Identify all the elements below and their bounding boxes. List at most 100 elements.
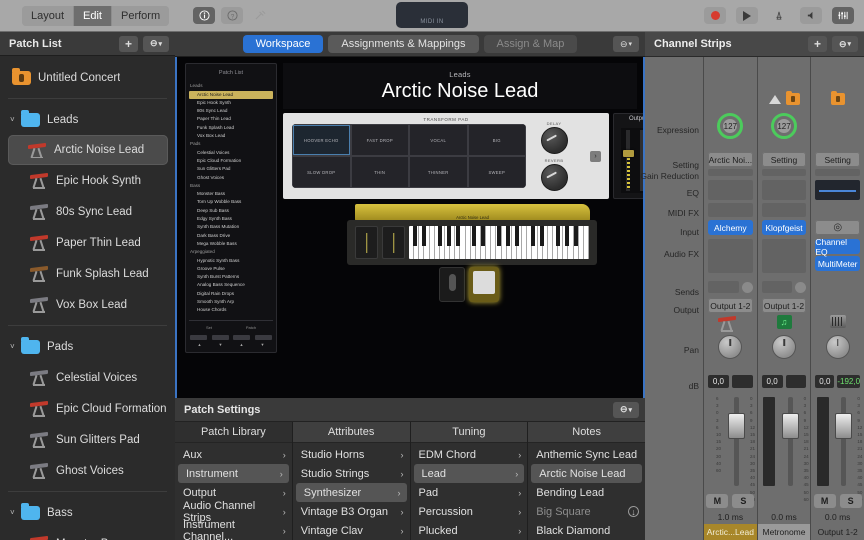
mod-wheel[interactable] [382,226,405,259]
output-slot[interactable]: Output 1-2 [762,298,807,313]
list-item[interactable]: Aux› [175,445,292,464]
audio-fx-slot[interactable] [708,239,753,273]
mini-patch-next-button[interactable] [255,335,272,340]
solo-button[interactable]: S [732,494,754,508]
pad-button[interactable]: THIN [351,156,410,188]
expression-knob[interactable]: 127 [717,113,743,139]
send-knob[interactable] [795,282,806,293]
midi-fx-slot[interactable] [762,203,807,217]
midi-fx-slot[interactable] [708,203,753,217]
mini-item[interactable]: Celestial Voices [189,149,273,157]
mini-item[interactable]: Groove Pulse [189,265,273,273]
channel-strip-name[interactable]: Output 1-2 [811,524,864,540]
patch-row-paper-thin-lead[interactable]: Paper Thin Lead [0,227,175,258]
patch-settings-menu-button[interactable]: ⊖▾ [613,402,639,418]
speaker-icon[interactable] [800,7,822,24]
folder-orange-icon[interactable] [831,93,845,105]
group-row-leads[interactable]: ˅ Leads [0,104,175,135]
delay-knob[interactable] [541,127,568,154]
list-item[interactable]: Pad› [411,483,528,502]
record-icon[interactable] [704,7,726,24]
add-patch-button[interactable]: + [119,36,138,52]
pad-button[interactable]: SWEEP [468,156,527,188]
sustain-pedal[interactable] [469,267,499,302]
mini-item[interactable]: Ghost Voices [189,174,273,182]
info-circle-icon[interactable] [193,7,215,24]
mute-button[interactable]: M [814,494,836,508]
next-page-arrow-icon[interactable]: › [590,151,601,162]
mini-item[interactable]: Monster Bass [189,190,273,198]
audio-fx-slot[interactable] [762,239,807,273]
pitch-wheel[interactable] [355,226,378,259]
mini-item[interactable]: Vox Box Lead [189,132,273,140]
mini-item[interactable]: Epic Hook Synth [189,99,273,107]
pad-button[interactable]: FAST DROP [351,124,410,156]
tab-assign-map[interactable]: Assign & Map [484,35,578,53]
metronome-icon[interactable] [768,7,790,24]
column-list[interactable]: Anthemic Sync Lead Arctic Noise Lead Ben… [528,443,645,540]
db-secondary[interactable]: -192,0 [837,375,860,388]
mini-item[interactable]: Funk Splash Lead [189,124,273,132]
mini-item[interactable]: Mega Wobble Bass [189,240,273,248]
column-header[interactable]: Patch Library [175,422,292,443]
chevron-down-icon[interactable]: ˅ [10,342,21,351]
concert-row[interactable]: Untitled Concert [0,62,175,93]
mini-item[interactable]: Arctic Noise Lead [189,91,273,99]
list-item[interactable]: Plucked› [411,521,528,540]
column-list[interactable]: Studio Horns› Studio Strings› Synthesize… [293,443,410,540]
list-item[interactable]: Anthemic Sync Lead [528,445,645,464]
keyboard-keys[interactable] [409,226,589,259]
channel-strip-1[interactable]: 127 Arctic Noi... Alchemy Output 1-2 [703,57,757,540]
workspace-canvas[interactable]: Patch List Leads Arctic Noise Lead Epic … [175,57,645,398]
keyboard-widget[interactable] [347,220,597,265]
mini-patch-prev-button[interactable] [233,335,250,340]
audio-fx-multimeter[interactable]: MultiMeter [815,256,860,271]
setting-button[interactable]: Setting [762,152,807,167]
db-secondary[interactable] [786,375,807,388]
patch-row-celestial-voices[interactable]: Celestial Voices [0,362,175,393]
list-item[interactable]: Big Square↓ [528,502,645,521]
db-value[interactable]: 0,0 [708,375,729,388]
fader-slot[interactable] [734,397,739,486]
play-icon[interactable] [736,7,758,24]
eq-slot[interactable] [708,180,753,200]
volume-fader-area[interactable]: 03691215182124303540455060 [762,395,807,488]
list-item[interactable]: Instrument Channel...› [175,521,292,540]
input-slot[interactable]: ◎ [815,220,860,235]
pan-knob[interactable] [826,335,850,359]
patch-row-epic-hook-synth[interactable]: Epic Hook Synth [0,165,175,196]
list-item[interactable]: Percussion› [411,502,528,521]
workspace-patch-list-widget[interactable]: Patch List Leads Arctic Noise Lead Epic … [185,63,277,353]
mini-item[interactable]: Sun Glitters Pad [189,165,273,173]
pad-grid[interactable]: HOOVER ECHO FAST DROP VOCAL BIG SLOW DRO… [292,124,526,188]
mini-item[interactable]: 80s Sync Lead [189,107,273,115]
mini-item[interactable]: Deep Sub Bass [189,207,273,215]
tab-assignments-mappings[interactable]: Assignments & Mappings [328,35,478,53]
patch-list-body[interactable]: Untitled Concert ˅ Leads Arctic Noise Le… [0,56,175,540]
mode-segmented-control[interactable]: Layout Edit Perform [22,6,169,26]
mode-perform-button[interactable]: Perform [112,6,169,26]
mini-item[interactable]: Hypnotic Synth Bass [189,257,273,265]
setting-button[interactable]: Setting [815,152,860,167]
tuning-fork-icon[interactable] [249,7,271,24]
pad-button[interactable]: SLOW DROP [292,156,351,188]
list-item[interactable]: Vintage B3 Organ› [293,502,410,521]
patch-list-menu-button[interactable]: ⊖▾ [143,36,169,52]
sends-slot[interactable] [762,281,793,293]
patch-row-funk-splash-lead[interactable]: Funk Splash Lead [0,258,175,289]
pan-knob[interactable] [718,335,742,359]
send-knob[interactable] [742,282,753,293]
group-row-pads[interactable]: ˅ Pads [0,331,175,362]
column-header[interactable]: Notes [528,422,645,443]
mini-item[interactable]: Digital Rain Drops [189,290,273,298]
output-fader-thumb[interactable] [623,150,634,157]
patch-row-80s-sync-lead[interactable]: 80s Sync Lead [0,196,175,227]
mode-edit-button[interactable]: Edit [74,6,112,26]
mini-item[interactable]: Analog Bass Sequence [189,281,273,289]
pan-knob[interactable] [772,335,796,359]
column-header[interactable]: Attributes [293,422,410,443]
list-item[interactable]: Synthesizer› [296,483,407,502]
pad-button[interactable]: HOOVER ECHO [292,124,351,156]
question-circle-icon[interactable]: ? [221,7,243,24]
mini-item[interactable]: Synth Bass Mutation [189,223,273,231]
